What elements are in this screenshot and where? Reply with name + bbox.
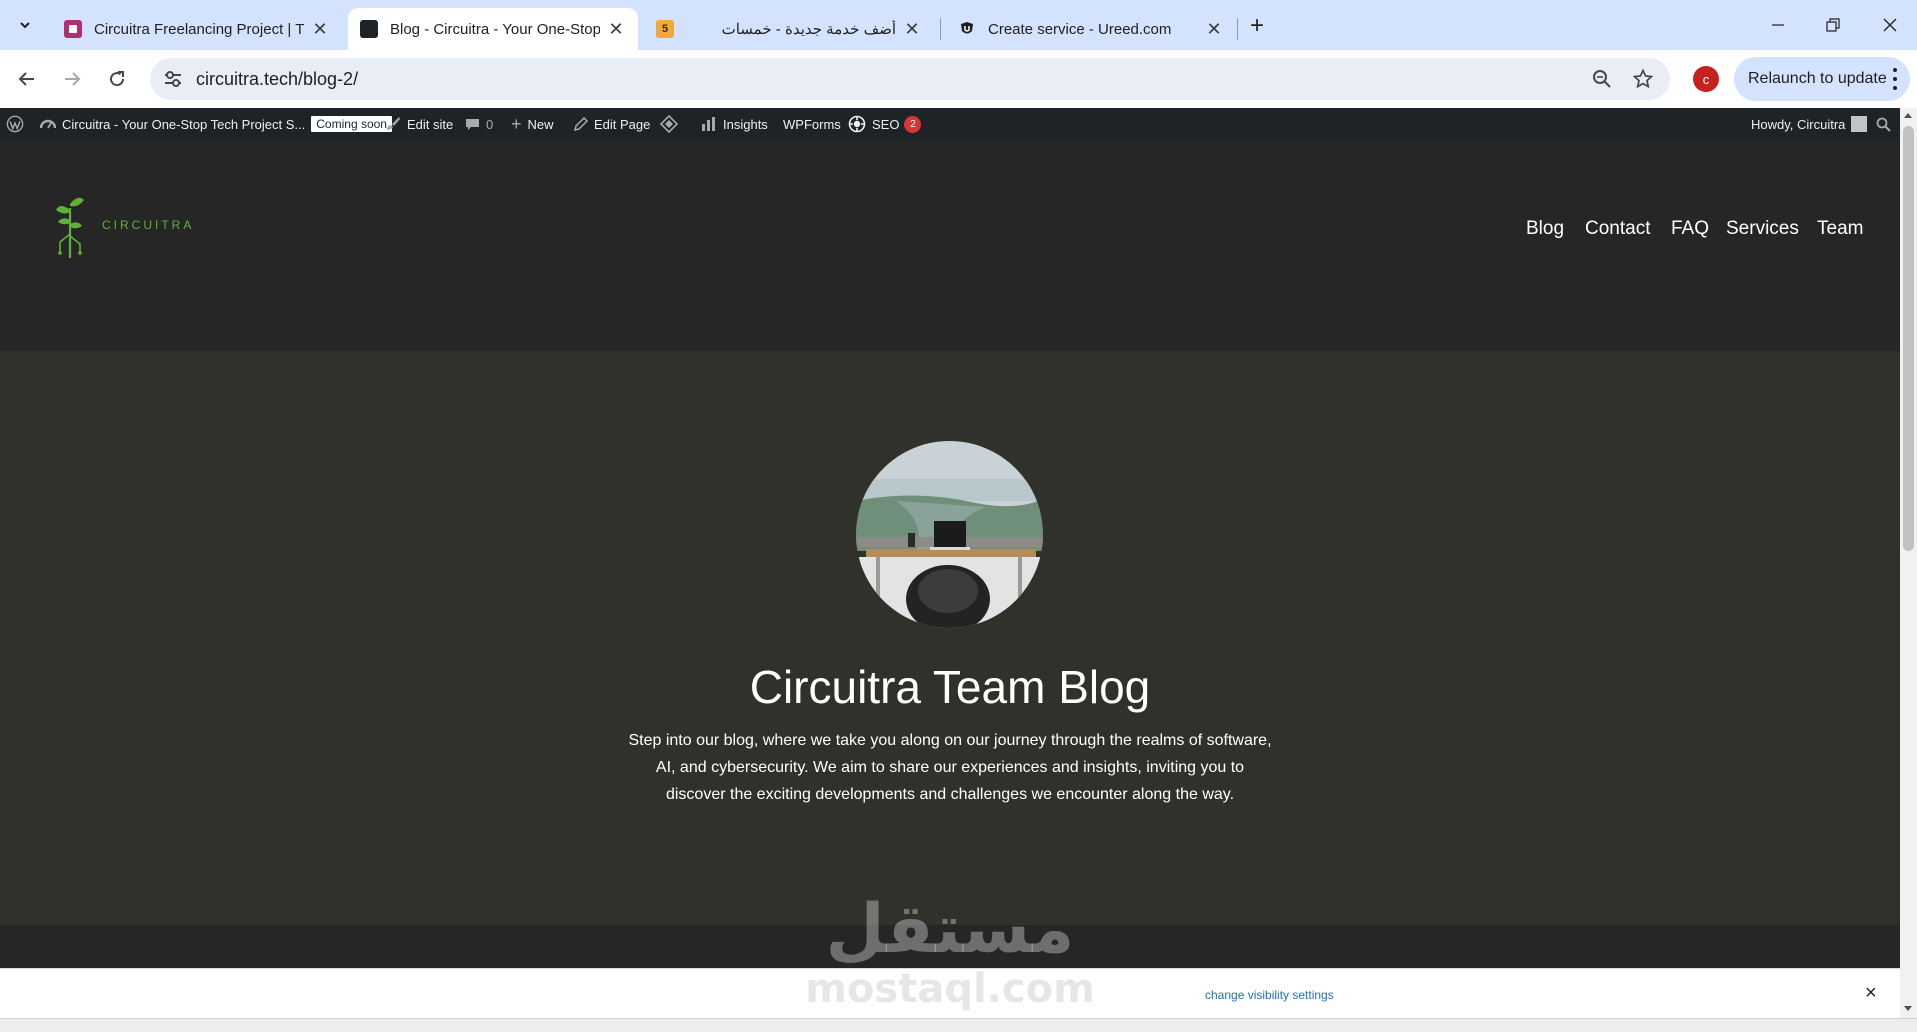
blog-hero: Circuitra Team Blog Step into our blog, … <box>0 351 1900 925</box>
tab-separator <box>1237 18 1238 40</box>
comments-count: 0 <box>486 116 494 132</box>
hero-title: Circuitra Team Blog <box>749 661 1151 713</box>
edit-page-link[interactable]: Edit Page <box>574 108 650 140</box>
howdy-label: Howdy, Circuitra <box>1751 116 1846 132</box>
page-scrollbar[interactable] <box>1900 108 1917 1018</box>
site-name-text: Circuitra - Your One-Stop Tech Project S… <box>62 116 306 132</box>
url-text[interactable]: circuitra.tech/blog-2/ <box>196 69 358 90</box>
tab-khamsat[interactable]: 5 أضف خدمة جديدة - خمسات ✕ <box>644 8 934 50</box>
edit-page-label: Edit Page <box>594 116 651 132</box>
close-icon <box>1883 18 1897 32</box>
plus-icon: + <box>511 113 522 134</box>
howdy-account[interactable]: Howdy, Circuitra <box>1751 108 1868 140</box>
khamsat-favicon-icon: 5 <box>656 20 674 38</box>
dashboard-icon <box>40 117 56 131</box>
tab-title: Blog - Circuitra - Your One-Stop <box>390 20 600 38</box>
new-content-link[interactable]: + New <box>511 108 554 140</box>
seo-link[interactable]: SEO 2 <box>848 108 922 140</box>
tab-ureed[interactable]: Create service - Ureed.com ✕ <box>946 8 1236 50</box>
chevron-down-icon <box>20 22 30 29</box>
reload-button[interactable] <box>101 63 133 95</box>
nav-services[interactable]: Services <box>1726 218 1799 240</box>
hero-description: Step into our blog, where we take you al… <box>628 732 1272 803</box>
back-button[interactable] <box>11 63 43 95</box>
site-logo[interactable]: CIRCUITRA <box>52 190 194 260</box>
wp-logo-icon[interactable] <box>6 108 24 140</box>
comment-bubble-icon <box>465 117 480 132</box>
scrollbar-thumb[interactable] <box>1903 126 1914 551</box>
seo-count-badge: 2 <box>904 115 922 133</box>
admin-search-icon[interactable] <box>1876 108 1891 140</box>
close-icon[interactable]: ✕ <box>310 19 330 39</box>
close-icon[interactable]: ✕ <box>606 19 626 39</box>
tab-title: Create service - Ureed.com <box>988 20 1172 38</box>
edit-site-link[interactable]: Edit site <box>385 108 453 140</box>
relaunch-button[interactable]: Relaunch to update <box>1734 57 1910 101</box>
user-avatar-icon <box>1851 116 1868 132</box>
nav-blog[interactable]: Blog <box>1526 218 1564 240</box>
tab-title: أضف خدمة جديدة - خمسات <box>721 21 896 38</box>
hero-office-photo <box>856 441 1043 628</box>
close-icon[interactable]: ✕ <box>902 19 922 39</box>
new-tab-plus-icon[interactable]: + <box>1243 12 1271 40</box>
edit-site-label: Edit site <box>407 116 454 132</box>
site-header: CIRCUITRA Blog Contact FAQ Services Team <box>0 140 1900 351</box>
more-menu-icon[interactable] <box>1892 68 1898 90</box>
close-window-button[interactable] <box>1870 10 1910 40</box>
minimize-icon <box>1772 24 1784 26</box>
diamond-plugin-icon[interactable] <box>660 108 678 140</box>
insights-link[interactable]: Insights <box>701 108 768 140</box>
reload-icon <box>110 71 125 87</box>
minimize-window-button[interactable] <box>1758 10 1798 40</box>
wpforms-link[interactable]: WPForms <box>783 108 841 140</box>
nav-contact[interactable]: Contact <box>1585 218 1650 240</box>
coming-soon-badge[interactable]: Coming soon <box>311 116 392 132</box>
bookmark-star-icon[interactable] <box>1631 67 1655 91</box>
insights-label: Insights <box>723 116 768 132</box>
scroll-up-arrow-icon[interactable] <box>1904 113 1912 118</box>
zoom-icon[interactable] <box>1590 67 1614 91</box>
restore-icon <box>1826 18 1840 32</box>
ureed-favicon-icon <box>958 20 976 38</box>
wp-admin-bar: Circuitra - Your One-Stop Tech Project S… <box>0 108 1917 140</box>
address-bar[interactable]: circuitra.tech/blog-2/ <box>150 58 1670 100</box>
plant-logo-icon <box>56 197 84 258</box>
tab-separator <box>940 18 941 40</box>
site-favicon-icon <box>360 20 378 38</box>
bar-chart-icon <box>701 117 717 131</box>
browser-tab-strip: Circuitra Freelancing Project | Tr ✕ Blo… <box>0 0 1917 50</box>
tab-trello[interactable]: Circuitra Freelancing Project | Tr ✕ <box>52 8 342 50</box>
comments-link[interactable]: 0 <box>465 108 493 140</box>
tab-title: Circuitra Freelancing Project | Tr <box>94 20 304 38</box>
tab-blog-active[interactable]: Blog - Circuitra - Your One-Stop ✕ <box>348 8 638 50</box>
nav-faq[interactable]: FAQ <box>1671 218 1709 240</box>
watermark-arabic: مستقل <box>825 890 1075 969</box>
nav-team[interactable]: Team <box>1817 218 1863 240</box>
watermark-latin: mostaql.com <box>805 966 1095 1012</box>
tab-search-button[interactable] <box>8 10 42 40</box>
admin-site-name[interactable]: Circuitra - Your One-Stop Tech Project S… <box>40 108 392 140</box>
forward-button[interactable] <box>56 63 88 95</box>
close-icon[interactable]: ✕ <box>1204 19 1224 39</box>
restore-window-button[interactable] <box>1813 10 1853 40</box>
new-label: New <box>527 116 554 132</box>
arrow-right-icon <box>65 72 81 86</box>
site-settings-icon[interactable] <box>162 68 184 90</box>
relaunch-label: Relaunch to update <box>1748 70 1887 87</box>
seo-gear-icon <box>848 115 866 133</box>
profile-avatar[interactable]: c <box>1693 66 1719 92</box>
browser-toolbar: circuitra.tech/blog-2/ c Relaunch to upd… <box>0 50 1917 108</box>
arrow-left-icon <box>18 72 34 86</box>
scroll-down-arrow-icon[interactable] <box>1904 1006 1912 1011</box>
brush-icon <box>385 116 401 132</box>
seo-label: SEO <box>872 116 900 132</box>
taskbar-edge <box>0 1018 1917 1032</box>
logo-text: CIRCUITRA <box>102 218 195 232</box>
trello-favicon-icon <box>64 20 82 38</box>
pencil-icon <box>574 117 588 131</box>
wpforms-label: WPForms <box>783 116 841 132</box>
